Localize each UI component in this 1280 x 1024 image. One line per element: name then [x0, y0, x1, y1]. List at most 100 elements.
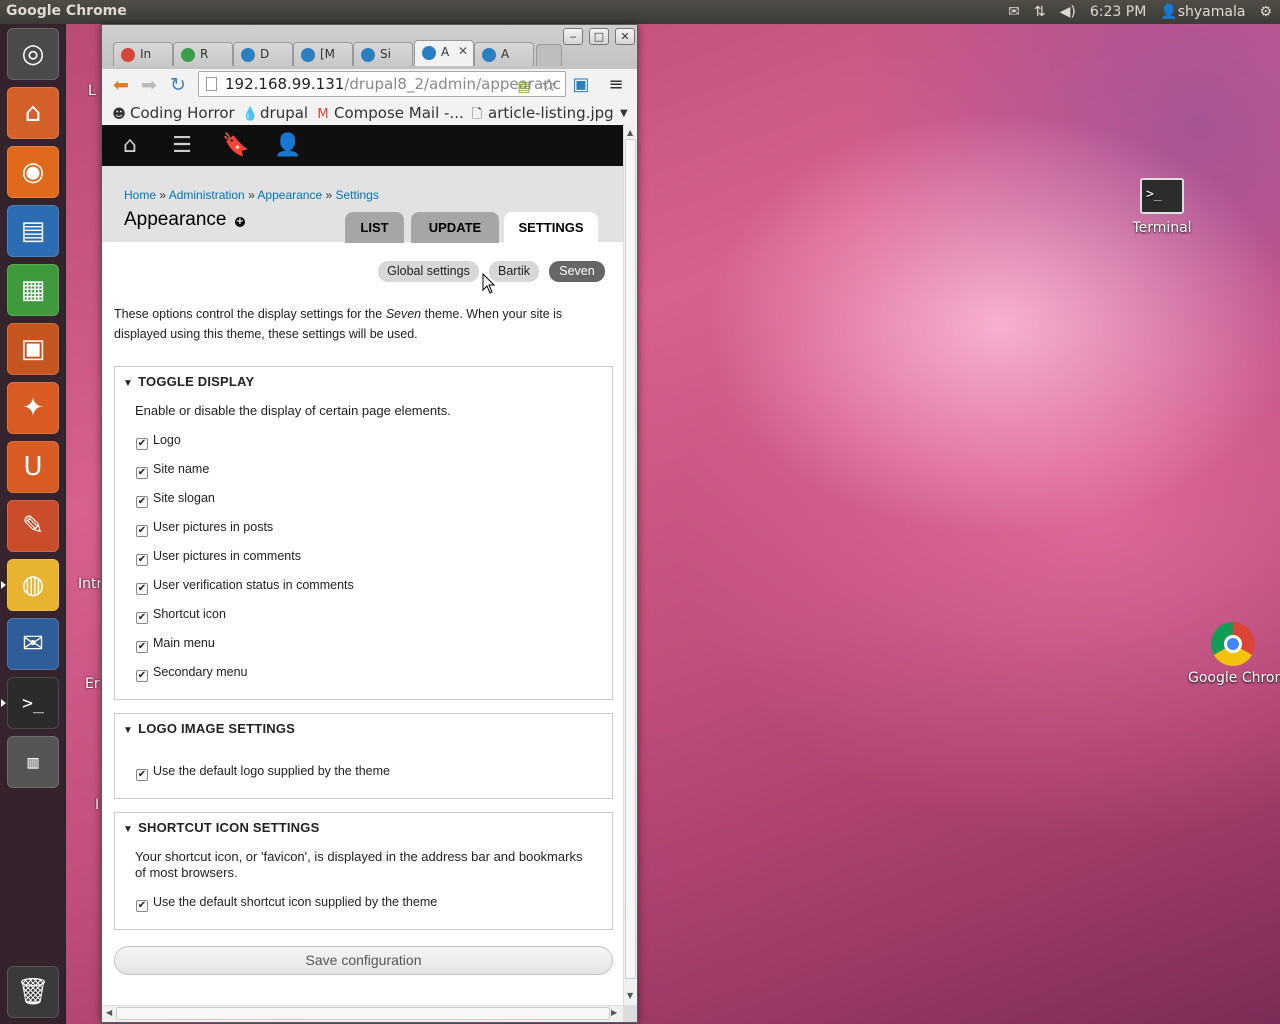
terminal-icon[interactable]: >_: [7, 677, 59, 729]
h-scrollbar-thumb[interactable]: [116, 1007, 610, 1020]
fieldset-legend-shortcut[interactable]: ▼ SHORTCUT ICON SETTINGS: [123, 820, 319, 835]
checkbox[interactable]: ✔: [136, 900, 148, 912]
clock[interactable]: 6:23 PM: [1090, 4, 1146, 20]
url-host: 192.168.99.131: [225, 75, 345, 93]
fieldset-legend-logo[interactable]: ▼ LOGO IMAGE SETTINGS: [123, 721, 295, 736]
user-account-icon[interactable]: 👤: [274, 134, 301, 158]
bookmark-compose-mail[interactable]: M Compose Mail -...: [316, 104, 463, 122]
browser-tab[interactable]: A ✕: [414, 40, 474, 66]
browser-tab[interactable]: R: [173, 42, 233, 66]
checkbox-row[interactable]: ✔ User pictures in comments: [136, 548, 301, 566]
checkbox-row[interactable]: ✔ User verification status in comments: [136, 577, 354, 595]
writer-icon[interactable]: ▤: [7, 205, 59, 257]
subtab-bartik[interactable]: Bartik: [489, 261, 539, 282]
shortcuts-bookmark-icon[interactable]: 🔖: [222, 134, 249, 158]
breadcrumb-administration[interactable]: Administration: [169, 188, 245, 202]
checkbox[interactable]: ✔: [136, 525, 148, 537]
scrollbar-thumb[interactable]: [625, 139, 636, 979]
save-configuration-button[interactable]: Save configuration: [114, 946, 613, 975]
firefox-icon[interactable]: ◉: [7, 146, 59, 198]
reload-button[interactable]: ↻: [166, 73, 190, 97]
tab-title: A: [441, 45, 450, 59]
chrome-menu-icon[interactable]: ≡: [604, 73, 628, 97]
breadcrumb-settings[interactable]: Settings: [335, 188, 378, 202]
network-icon[interactable]: ⇅: [1034, 4, 1046, 20]
horizontal-scrollbar[interactable]: ◀ ▶: [102, 1005, 623, 1022]
calc-icon[interactable]: ▦: [7, 264, 59, 316]
settings-icon[interactable]: ✎: [7, 500, 59, 552]
checkbox[interactable]: ✔: [136, 612, 148, 624]
checkbox[interactable]: ✔: [136, 438, 148, 450]
checkbox[interactable]: ✔: [136, 769, 148, 781]
volume-icon[interactable]: ◀): [1060, 4, 1076, 20]
maximize-button[interactable]: □: [589, 28, 609, 45]
checkbox-row-default-shortcut-icon[interactable]: ✔ Use the default shortcut icon supplied …: [136, 894, 437, 912]
breadcrumb-appearance[interactable]: Appearance: [257, 188, 322, 202]
dash-icon[interactable]: ◎: [7, 28, 59, 80]
trash-icon[interactable]: 🗑: [7, 966, 59, 1018]
scroll-up-icon[interactable]: ▲: [627, 128, 633, 137]
breadcrumb-home[interactable]: Home: [124, 188, 156, 202]
user-menu[interactable]: 👤shyamala: [1160, 4, 1245, 20]
checkbox[interactable]: ✔: [136, 641, 148, 653]
checkbox-row-default-logo[interactable]: ✔ Use the default logo supplied by the th…: [136, 763, 390, 781]
checkbox-row[interactable]: ✔ Logo: [136, 432, 181, 450]
forward-button[interactable]: ➡: [137, 73, 161, 97]
fieldset-legend-toggle[interactable]: ▼ TOGGLE DISPLAY: [123, 374, 254, 389]
desktop-icon-label: Google Chrom: [1188, 670, 1280, 686]
desktop-icon-chrome[interactable]: Google Chrom: [1186, 622, 1280, 686]
browser-tab[interactable]: A: [474, 42, 534, 66]
checkbox[interactable]: ✔: [136, 670, 148, 682]
add-shortcut-icon[interactable]: +: [235, 217, 245, 227]
mail-icon[interactable]: ✉: [1008, 4, 1020, 20]
bookmark-star-icon[interactable]: ☆: [538, 74, 560, 98]
theme-name: Seven: [385, 307, 422, 321]
checkbox[interactable]: ✔: [136, 554, 148, 566]
bookmark-article-listing[interactable]: 🗋 article-listing.jpg: [470, 104, 614, 127]
checkbox-row[interactable]: ✔ Secondary menu: [136, 664, 248, 682]
bookmark-drupal[interactable]: 💧 drupal: [242, 104, 308, 122]
impress-icon[interactable]: ▣: [7, 323, 59, 375]
browser-tab[interactable]: In: [113, 42, 173, 66]
scroll-right-icon[interactable]: ▶: [611, 1008, 617, 1017]
page-action-icon[interactable]: ▤: [514, 75, 534, 99]
browser-tab[interactable]: D: [233, 42, 293, 66]
address-bar[interactable]: 192.168.99.131/drupal8_2/admin/appearanc: [198, 71, 566, 97]
browser-tab[interactable]: [M: [293, 42, 353, 66]
scroll-down-icon[interactable]: ▼: [627, 991, 633, 1000]
workspace-switcher-icon[interactable]: ▥: [7, 736, 59, 788]
files-icon[interactable]: ⌂: [7, 87, 59, 139]
checkbox-row[interactable]: ✔ Site slogan: [136, 490, 215, 508]
tab-update[interactable]: UPDATE: [411, 212, 499, 243]
chrome-icon[interactable]: ◍: [7, 559, 59, 611]
checkbox-row[interactable]: ✔ Site name: [136, 461, 209, 479]
checkbox[interactable]: ✔: [136, 496, 148, 508]
extension-icon[interactable]: ▣: [569, 73, 593, 97]
ubuntu-one-icon[interactable]: U: [7, 441, 59, 493]
back-button[interactable]: ⬅: [109, 73, 133, 97]
subtab-global-settings[interactable]: Global settings: [378, 261, 479, 282]
checkbox-row[interactable]: ✔ Shortcut icon: [136, 606, 226, 624]
desktop-icon-terminal[interactable]: >_ Terminal: [1132, 178, 1192, 236]
checkbox-row[interactable]: ✔ Main menu: [136, 635, 215, 653]
tab-settings[interactable]: SETTINGS: [504, 212, 598, 243]
browser-tab[interactable]: Si: [353, 42, 413, 66]
scroll-left-icon[interactable]: ◀: [106, 1008, 112, 1017]
power-gear-icon[interactable]: ⚙: [1259, 4, 1272, 20]
checkbox[interactable]: ✔: [136, 583, 148, 595]
checkbox-row[interactable]: ✔ User pictures in posts: [136, 519, 273, 537]
bookmarks-overflow-icon[interactable]: ▼: [620, 108, 628, 119]
tab-close-icon[interactable]: ✕: [458, 44, 468, 58]
close-window-button[interactable]: ✕: [615, 28, 635, 45]
minimize-button[interactable]: ‒: [563, 28, 583, 45]
checkbox[interactable]: ✔: [136, 467, 148, 479]
thunderbird-icon[interactable]: ✉: [7, 618, 59, 670]
vertical-scrollbar[interactable]: ▲ ▼: [623, 125, 637, 1005]
bookmark-coding-horror[interactable]: ☻ Coding Horror: [112, 104, 234, 122]
new-tab-button[interactable]: [536, 44, 562, 66]
home-icon[interactable]: ⌂: [118, 134, 142, 158]
tab-list[interactable]: LIST: [345, 212, 404, 243]
menu-icon[interactable]: ☰: [170, 134, 194, 158]
software-center-icon[interactable]: ✦: [7, 382, 59, 434]
subtab-seven[interactable]: Seven: [549, 261, 605, 282]
